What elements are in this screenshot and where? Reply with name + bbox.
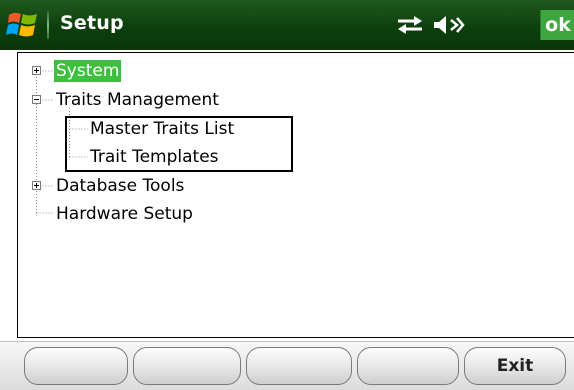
softkey-3-button[interactable] (246, 347, 352, 385)
windows-start-icon[interactable] (6, 9, 40, 41)
collapse-traits-management-button[interactable] (32, 95, 41, 104)
tree-node-system[interactable]: System (54, 60, 122, 82)
highlight-rectangle (65, 116, 293, 172)
exit-button[interactable]: Exit (464, 347, 566, 385)
tree-node-hardware-setup[interactable]: Hardware Setup (54, 203, 195, 225)
window-title: Setup (60, 12, 124, 34)
settings-tree-view[interactable]: System Traits Management Master Traits L… (17, 52, 574, 338)
title-separator (47, 11, 49, 39)
volume-off-icon[interactable] (432, 13, 466, 37)
tree-node-traits-management[interactable]: Traits Management (54, 89, 221, 111)
connectivity-icon[interactable] (395, 14, 425, 36)
expand-system-button[interactable] (32, 66, 41, 75)
title-bar: Setup ok (0, 0, 574, 50)
softkey-4-button[interactable] (357, 347, 459, 385)
softkey-bar: Exit (0, 341, 574, 390)
tree-node-database-tools[interactable]: Database Tools (54, 175, 186, 197)
softkey-1-button[interactable] (24, 347, 128, 385)
expand-database-tools-button[interactable] (32, 181, 41, 190)
ok-button[interactable]: ok (540, 10, 574, 40)
softkey-2-button[interactable] (133, 347, 241, 385)
